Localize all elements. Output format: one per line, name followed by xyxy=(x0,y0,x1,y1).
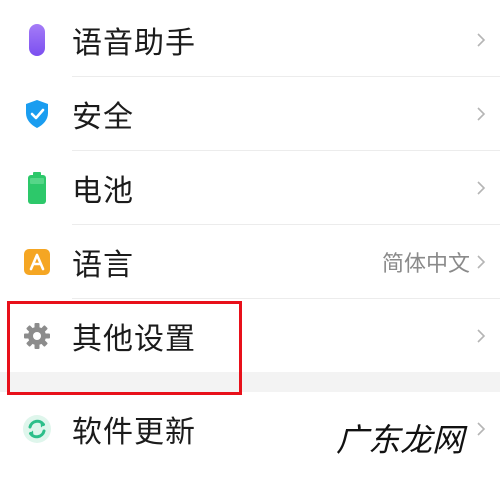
battery-icon xyxy=(22,172,52,204)
settings-item-label: 其他设置 xyxy=(72,322,196,357)
settings-item-battery[interactable]: 电池 xyxy=(0,151,500,225)
settings-item-other-settings[interactable]: 其他设置 xyxy=(0,299,500,373)
settings-item-label: 电池 xyxy=(72,174,134,209)
chevron-right-icon xyxy=(477,329,486,343)
gear-icon xyxy=(22,321,52,351)
microphone-icon xyxy=(22,24,52,56)
language-a-icon xyxy=(22,247,52,277)
language-current-value: 简体中文 xyxy=(381,252,470,277)
settings-item-label: 安全 xyxy=(72,100,134,135)
settings-item-label: 语言 xyxy=(72,248,134,283)
chevron-right-icon xyxy=(477,107,486,121)
chevron-right-icon xyxy=(477,422,486,436)
chevron-right-icon xyxy=(477,181,486,195)
settings-item-security[interactable]: 安全 xyxy=(0,77,500,151)
chevron-right-icon xyxy=(477,255,486,269)
settings-item-voice-assistant[interactable]: 语音助手 xyxy=(0,3,500,77)
update-refresh-icon xyxy=(22,414,52,444)
settings-item-language[interactable]: 语言 简体中文 xyxy=(0,225,500,299)
watermark: 广东龙网 xyxy=(335,421,464,459)
shield-check-icon xyxy=(22,99,52,129)
settings-item-label: 软件更新 xyxy=(72,415,196,450)
settings-item-label: 语音助手 xyxy=(72,26,196,61)
settings-screen: 语音助手 安全 电池 语言 简体中文 其他设置 软件更新 广东龙网 xyxy=(0,0,500,479)
chevron-right-icon xyxy=(477,33,486,47)
section-separator xyxy=(0,372,500,392)
